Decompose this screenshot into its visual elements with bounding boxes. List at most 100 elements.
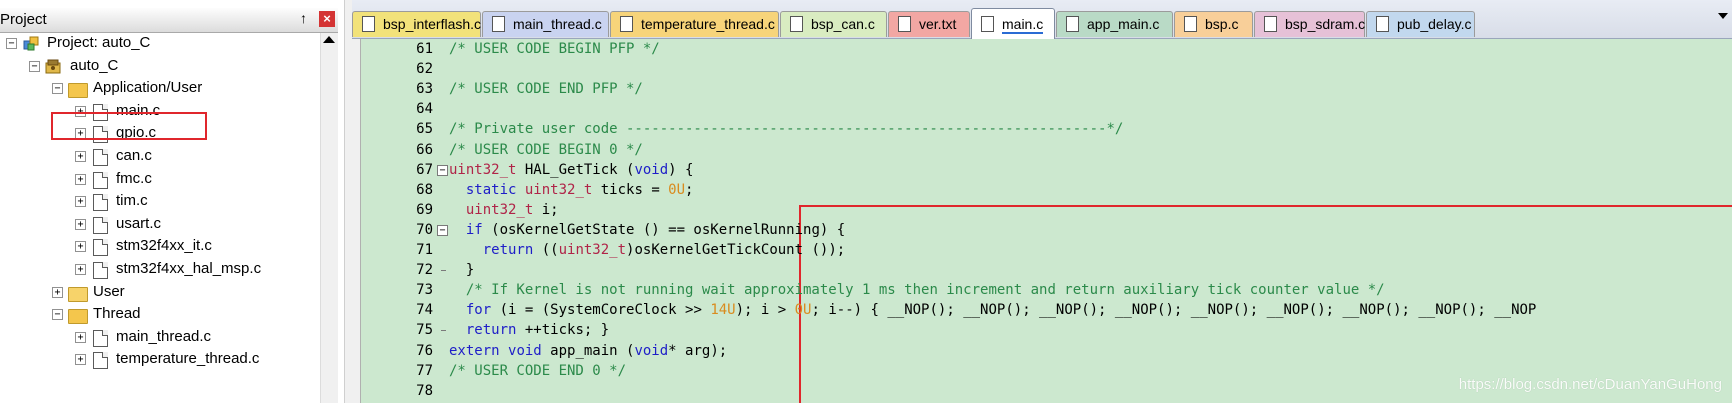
tree-item-application-user[interactable]: − Application/User (52, 78, 320, 100)
code-line[interactable]: /* USER CODE END PFP */ (449, 79, 643, 99)
code-line[interactable]: /* USER CODE BEGIN 0 */ (449, 140, 643, 160)
tree-item-can-c[interactable]: + can.c (75, 146, 320, 168)
code-line[interactable]: if (osKernelGetState () == osKernelRunni… (449, 220, 845, 240)
tree-scrollbar[interactable] (320, 33, 338, 403)
tree-item-thread[interactable]: − Thread (52, 304, 320, 326)
tree-item-auto-c[interactable]: − auto_C (29, 56, 320, 78)
pin-icon[interactable]: ↑ (300, 10, 307, 26)
tree-item-fmc-c[interactable]: + fmc.c (75, 169, 320, 191)
expand-icon[interactable]: + (75, 241, 86, 253)
line-number: 63 (416, 81, 433, 98)
file-icon (1264, 16, 1277, 32)
line-number: 68 (416, 181, 433, 198)
code-line[interactable]: /* If Kernel is not running wait approxi… (449, 280, 1385, 300)
code-line[interactable]: return ++ticks; } (449, 320, 609, 340)
editor-left-margin (352, 39, 361, 403)
collapse-icon[interactable]: − (52, 309, 63, 321)
tab-bsp-interflash-c[interactable]: bsp_interflash.c (352, 11, 481, 37)
tab-label: bsp_interflash.c (383, 16, 482, 32)
tree-item-label: can.c (116, 147, 152, 164)
collapse-icon[interactable]: − (52, 83, 63, 95)
code-line[interactable]: } (449, 260, 474, 280)
tab-bsp-sdram-c[interactable]: bsp_sdram.c (1254, 11, 1365, 37)
line-number: 77 (416, 362, 433, 379)
expand-icon[interactable]: + (75, 173, 86, 185)
line-number: 74 (416, 302, 433, 319)
line-number: 66 (416, 141, 433, 158)
project-panel-title: Project (0, 11, 47, 28)
tree-item-usart-c[interactable]: + usart.c (75, 214, 320, 236)
line-number: 71 (416, 242, 433, 258)
folder-open-icon (68, 80, 88, 99)
tree-item-tim-c[interactable]: + tim.c (75, 191, 320, 213)
tree-item-project-auto-c[interactable]: − Project: auto_C (6, 33, 320, 55)
tab-label: bsp_can.c (811, 16, 875, 32)
tab-bsp-c[interactable]: bsp.c (1174, 11, 1253, 37)
expand-icon[interactable]: + (75, 218, 86, 230)
tree-item-stm32f4xx-hal-msp-c[interactable]: + stm32f4xx_hal_msp.c (75, 259, 320, 281)
tab-label: bsp.c (1205, 16, 1239, 32)
code-line[interactable]: static uint32_t ticks = 0U; (449, 180, 694, 200)
collapse-icon[interactable]: − (6, 38, 17, 49)
code-line[interactable]: for (i = (SystemCoreClock >> 14U); i > 0… (449, 300, 1537, 320)
code-line[interactable]: /* Private user code -------------------… (449, 119, 1123, 139)
tree-item-label: User (93, 282, 125, 300)
target-icon (45, 58, 63, 75)
code-line[interactable]: return ((uint32_t)osKernelGetTickCount (… (449, 240, 845, 260)
tree-item-stm32f4xx-it-c[interactable]: + stm32f4xx_it.c (75, 236, 320, 258)
line-number: 75 (416, 322, 433, 339)
tree-item-label: auto_C (70, 56, 119, 74)
tree-item-user[interactable]: + User (52, 282, 320, 304)
tab-pub-delay-c[interactable]: pub_delay.c (1366, 11, 1475, 37)
line-number: 64 (416, 101, 433, 118)
tree-item-label: tim.c (116, 192, 148, 210)
line-number: 67 (416, 161, 433, 178)
code-line[interactable]: /* USER CODE BEGIN PFP */ (449, 39, 660, 59)
code-line[interactable]: extern void app_main (void* arg); (449, 341, 727, 361)
tab-temperature-thread-c[interactable]: temperature_thread.c (610, 11, 779, 37)
tree-item-temperature-thread-c[interactable]: + temperature_thread.c (75, 349, 320, 371)
line-number: 62 (416, 61, 433, 78)
tree-item-label: Application/User (93, 79, 203, 97)
code-editor[interactable]: 61 /* USER CODE BEGIN PFP */ 62 63 /* USER C… (352, 39, 1732, 403)
tree-item-label: main_thread.c (116, 327, 212, 345)
line-number: 73 (416, 282, 433, 299)
file-icon (362, 16, 375, 32)
expand-icon[interactable]: + (75, 264, 86, 275)
line-number: 61 (416, 41, 433, 57)
editor-tab-bar: bsp_interflash.c main_thread.c temperature… (352, 0, 1732, 39)
code-line[interactable]: uint32_t HAL_GetTick (void) { (449, 160, 693, 180)
line-number: 78 (416, 382, 433, 399)
expand-icon[interactable]: + (52, 286, 63, 298)
tab-list-dropdown-icon[interactable] (1718, 13, 1728, 19)
close-icon[interactable]: × (319, 11, 335, 27)
collapse-icon[interactable]: − (29, 60, 40, 72)
code-line[interactable]: uint32_t i; (449, 200, 559, 220)
fold-end-marker (441, 330, 446, 332)
tree-item-main-thread-c[interactable]: + main_thread.c (75, 327, 320, 349)
tree-item-label: stm32f4xx_hal_msp.c (116, 260, 262, 277)
file-icon (91, 238, 109, 257)
scroll-up-icon[interactable] (323, 36, 335, 43)
code-line[interactable]: /* USER CODE END 0 */ (449, 361, 626, 381)
expand-icon[interactable]: + (75, 331, 86, 343)
line-number: 76 (416, 342, 433, 359)
expand-icon[interactable]: + (75, 151, 86, 162)
file-icon (492, 16, 505, 32)
tab-app-main-c[interactable]: app_main.c (1056, 11, 1173, 37)
tab-ver-txt[interactable]: ver.txt (888, 11, 970, 37)
expand-icon[interactable]: + (75, 196, 86, 208)
line-number: 70 (416, 221, 433, 238)
tab-bsp-can-c[interactable]: bsp_can.c (780, 11, 887, 37)
expand-icon[interactable]: + (75, 354, 86, 366)
line-number: 65 (416, 121, 433, 138)
fold-collapse-icon[interactable]: − (437, 224, 448, 236)
file-icon (91, 351, 109, 370)
tab-main-thread-c[interactable]: main_thread.c (482, 11, 609, 37)
tab-label: bsp_sdram.c (1285, 16, 1366, 32)
tree-item-label: Thread (93, 305, 141, 323)
tab-main-c[interactable]: main.c (971, 8, 1055, 39)
file-icon (91, 329, 109, 347)
fold-collapse-icon[interactable]: − (437, 164, 448, 176)
folder-open-icon (68, 306, 88, 325)
